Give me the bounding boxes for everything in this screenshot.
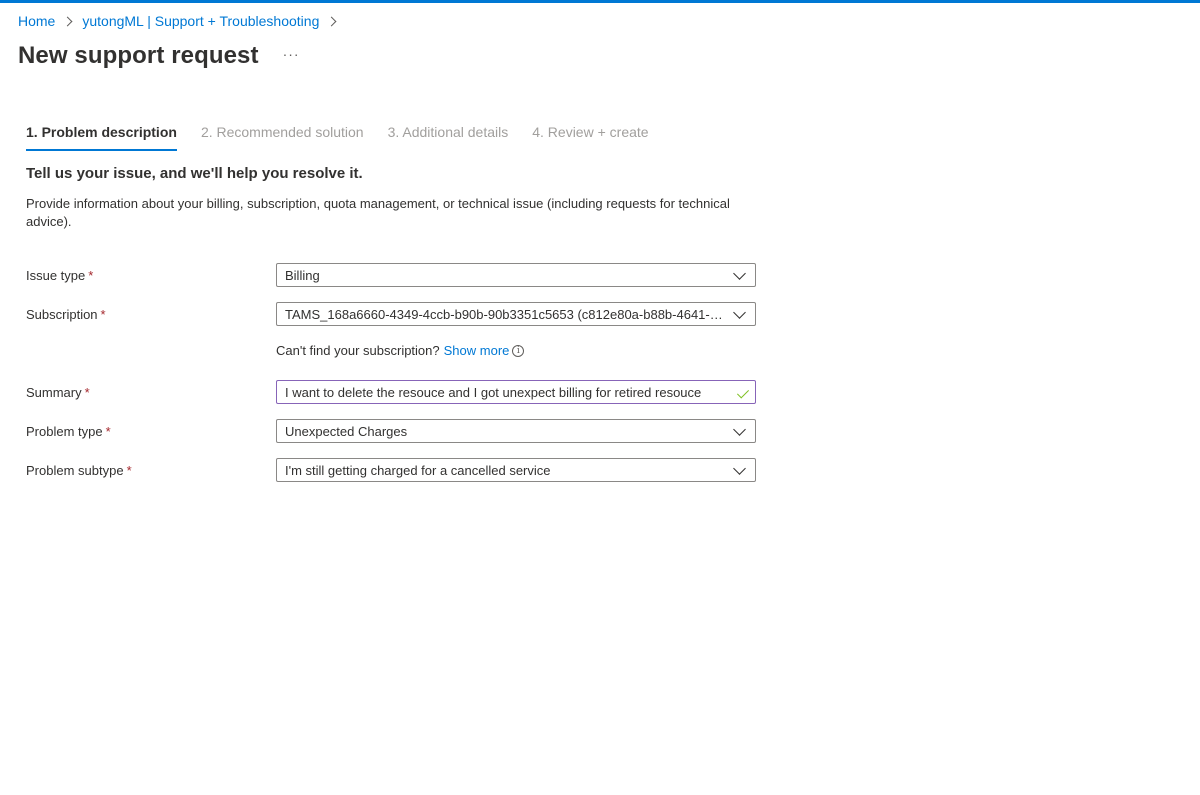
summary-label: Summary * (26, 385, 90, 400)
tab-additional-details[interactable]: 3. Additional details (388, 124, 509, 151)
wizard-tabs: 1. Problem description 2. Recommended so… (26, 124, 673, 151)
tab-review-create[interactable]: 4. Review + create (532, 124, 648, 151)
problem-type-label-text: Problem type (26, 424, 103, 439)
problem-type-value: Unexpected Charges (285, 423, 408, 439)
problem-type-dropdown[interactable]: Unexpected Charges (276, 419, 756, 443)
section-description: Provide information about your billing, … (26, 196, 730, 229)
show-more-link[interactable]: Show more (444, 343, 510, 358)
required-marker: * (88, 268, 94, 283)
subscription-label-text: Subscription (26, 307, 98, 322)
chevron-down-icon (733, 462, 746, 475)
info-icon[interactable]: i (512, 344, 525, 357)
title-row: New support request ··· (18, 40, 300, 72)
subscription-dropdown[interactable]: TAMS_168a6660-4349-4ccb-b90b-90b3351c565… (276, 302, 756, 326)
chevron-right-icon (62, 16, 73, 26)
summary-value: I want to delete the resouce and I got u… (285, 384, 702, 400)
breadcrumb: Home yutongML | Support + Troubleshootin… (18, 12, 346, 30)
subscription-hint: Can't find your subscription? Show more … (276, 343, 525, 358)
chevron-right-icon (326, 16, 337, 26)
checkmark-icon (736, 386, 750, 399)
chevron-down-icon (733, 267, 746, 280)
problem-subtype-value: I'm still getting charged for a cancelle… (285, 462, 551, 478)
summary-input[interactable]: I want to delete the resouce and I got u… (276, 380, 756, 404)
required-marker: * (126, 463, 132, 478)
required-marker: * (105, 424, 111, 439)
section-heading: Tell us your issue, and we'll help you r… (26, 165, 363, 182)
summary-label-text: Summary (26, 385, 82, 400)
subscription-hint-text: Can't find your subscription? (276, 343, 440, 358)
page-title: New support request (18, 42, 259, 69)
issue-type-dropdown[interactable]: Billing (276, 263, 756, 287)
subscription-label: Subscription * (26, 307, 106, 322)
issue-type-label: Issue type * (26, 268, 93, 283)
chevron-down-icon (733, 306, 746, 319)
breadcrumb-home-link[interactable]: Home (18, 13, 55, 29)
breadcrumb-parent-link[interactable]: yutongML | Support + Troubleshooting (82, 13, 319, 29)
more-options-icon[interactable]: ··· (283, 46, 300, 62)
issue-type-value: Billing (285, 267, 320, 283)
problem-type-label: Problem type * (26, 424, 111, 439)
problem-subtype-label: Problem subtype * (26, 463, 132, 478)
required-marker: * (100, 307, 106, 322)
required-marker: * (84, 385, 90, 400)
issue-type-label-text: Issue type (26, 268, 86, 283)
top-accent-bar (0, 0, 1200, 3)
problem-subtype-dropdown[interactable]: I'm still getting charged for a cancelle… (276, 458, 756, 482)
tab-recommended-solution[interactable]: 2. Recommended solution (201, 124, 364, 151)
chevron-down-icon (733, 423, 746, 436)
subscription-value: TAMS_168a6660-4349-4ccb-b90b-90b3351c565… (285, 306, 725, 322)
tab-problem-description[interactable]: 1. Problem description (26, 124, 177, 151)
problem-subtype-label-text: Problem subtype (26, 463, 124, 478)
